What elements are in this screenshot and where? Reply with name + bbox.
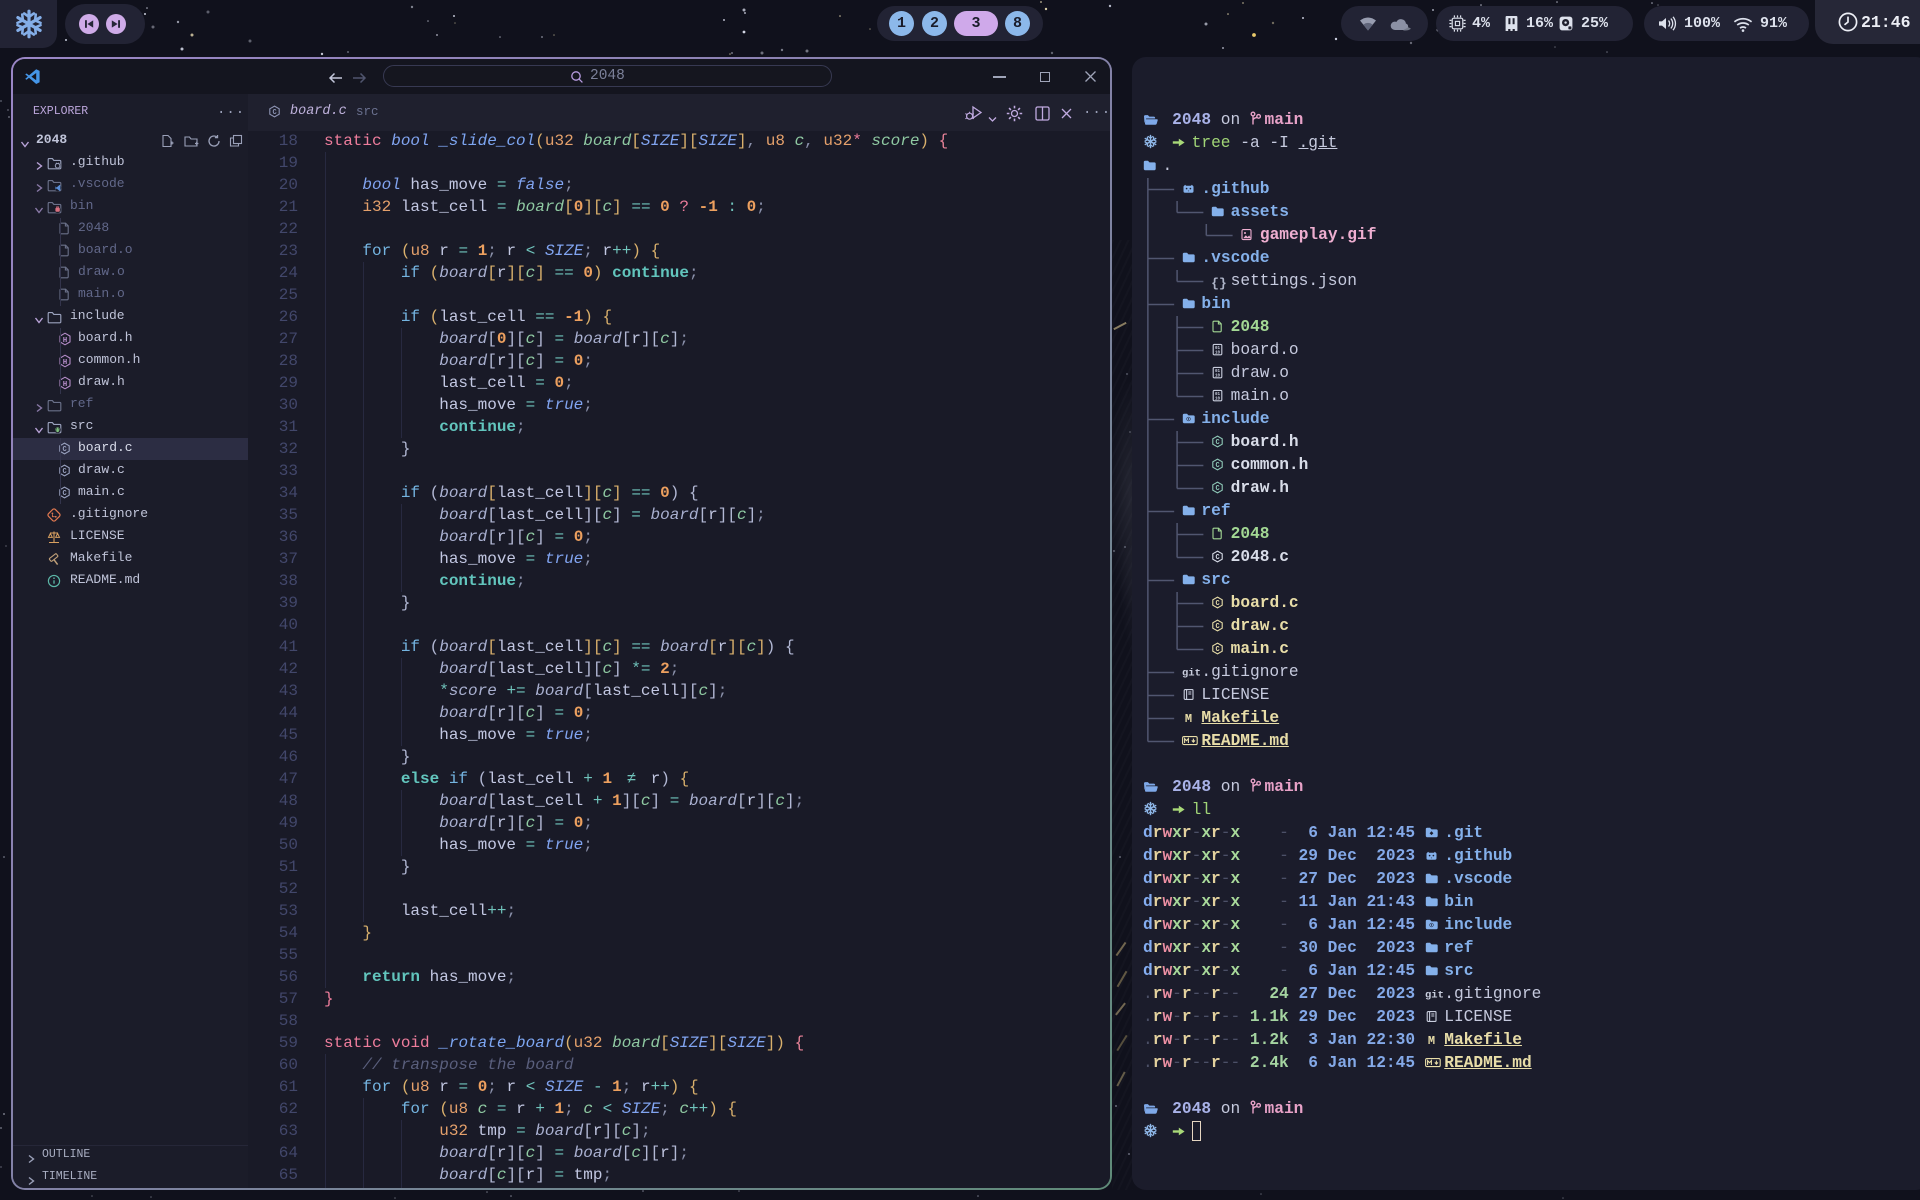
- svg-text:C: C: [272, 109, 276, 117]
- svg-text:C: C: [1216, 646, 1220, 654]
- svg-text:git: git: [1182, 667, 1201, 678]
- svg-text:C: C: [1216, 485, 1220, 493]
- svg-text:10: 10: [1215, 374, 1221, 378]
- svg-text:C: C: [1216, 623, 1220, 631]
- svg-text:C: C: [1216, 462, 1220, 470]
- svg-text:C: C: [1216, 554, 1220, 562]
- svg-text:C: C: [62, 446, 66, 454]
- svg-text:(): (): [55, 428, 60, 434]
- svg-text:H: H: [63, 359, 68, 367]
- svg-text:C: C: [1216, 439, 1220, 447]
- svg-text:git: git: [1425, 989, 1444, 1000]
- svg-text:C: C: [62, 468, 66, 476]
- svg-text:M: M: [1185, 712, 1192, 724]
- svg-text:C: C: [62, 490, 66, 498]
- svg-text:10: 10: [1215, 397, 1221, 401]
- svg-text:M: M: [1428, 1034, 1435, 1046]
- svg-text:H: H: [63, 381, 68, 389]
- svg-text:10: 10: [1215, 351, 1221, 355]
- svg-text:H: H: [63, 337, 68, 345]
- svg-text:C: C: [1216, 600, 1220, 608]
